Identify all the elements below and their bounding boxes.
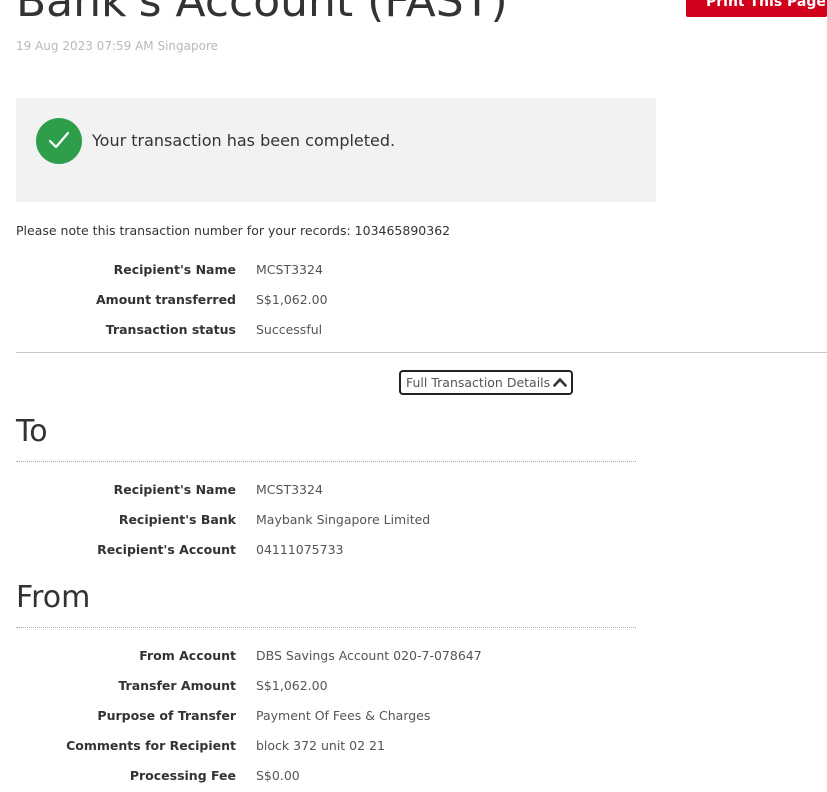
status-panel: Your transaction has been completed. [16, 98, 656, 202]
detail-label: From Account [139, 648, 236, 663]
to-row-recipient-bank: Recipient's Bank Maybank Singapore Limit… [16, 506, 636, 536]
from-section-divider [16, 627, 636, 628]
to-section-heading: To [16, 414, 48, 449]
detail-label: Transfer Amount [118, 678, 236, 693]
page-title: Bank's Account (FAST) [16, 0, 508, 27]
detail-label: Recipient's Name [113, 482, 236, 497]
check-circle-icon [36, 118, 82, 164]
from-row-comments: Comments for Recipient block 372 unit 02… [16, 732, 636, 762]
summary-row-recipient-name: Recipient's Name MCST3324 [16, 256, 636, 286]
detail-label: Purpose of Transfer [97, 708, 236, 723]
detail-value: MCST3324 [256, 262, 323, 277]
from-row-transfer-amount: Transfer Amount S$1,062.00 [16, 672, 636, 702]
detail-value: Payment Of Fees & Charges [256, 708, 431, 723]
detail-label: Comments for Recipient [66, 738, 236, 753]
to-section-details: Recipient's Name MCST3324 Recipient's Ba… [16, 476, 636, 566]
detail-label: Recipient's Account [97, 542, 236, 557]
full-transaction-details-toggle[interactable]: Full Transaction Details [399, 370, 573, 395]
detail-label: Recipient's Bank [118, 512, 236, 527]
transaction-summary: Recipient's Name MCST3324 Amount transfe… [16, 256, 636, 346]
print-page-button[interactable]: Print This Page [686, 0, 827, 17]
chevron-up-icon [553, 378, 567, 387]
detail-value: 04111075733 [256, 542, 344, 557]
summary-divider [16, 352, 827, 353]
summary-row-amount: Amount transferred S$1,062.00 [16, 286, 636, 316]
detail-label: Amount transferred [96, 292, 236, 307]
detail-value: MCST3324 [256, 482, 323, 497]
detail-value: S$1,062.00 [256, 292, 328, 307]
to-row-recipient-name: Recipient's Name MCST3324 [16, 476, 636, 506]
detail-value: S$1,062.00 [256, 678, 328, 693]
detail-label: Recipient's Name [113, 262, 236, 277]
to-row-recipient-account: Recipient's Account 04111075733 [16, 536, 636, 566]
detail-label: Transaction status [105, 322, 236, 337]
detail-value: Successful [256, 322, 323, 337]
detail-label: Processing Fee [129, 768, 236, 783]
detail-value: block 372 unit 02 21 [256, 738, 385, 753]
detail-value: DBS Savings Account 020-7-078647 [256, 648, 482, 663]
from-section-details: From Account DBS Savings Account 020-7-0… [16, 642, 636, 792]
detail-value: S$0.00 [256, 768, 300, 783]
to-section-divider [16, 461, 636, 462]
from-row-processing-fee: Processing Fee S$0.00 [16, 762, 636, 792]
toggle-label: Full Transaction Details [406, 375, 551, 390]
summary-row-status: Transaction status Successful [16, 316, 636, 346]
from-row-purpose: Purpose of Transfer Payment Of Fees & Ch… [16, 702, 636, 732]
transaction-timestamp: 19 Aug 2023 07:59 AM Singapore [16, 39, 218, 53]
status-message: Your transaction has been completed. [92, 131, 396, 150]
transaction-number-note: Please note this transaction number for … [16, 223, 451, 238]
detail-value: Maybank Singapore Limited [256, 512, 431, 527]
from-row-account: From Account DBS Savings Account 020-7-0… [16, 642, 636, 672]
from-section-heading: From [16, 580, 91, 615]
